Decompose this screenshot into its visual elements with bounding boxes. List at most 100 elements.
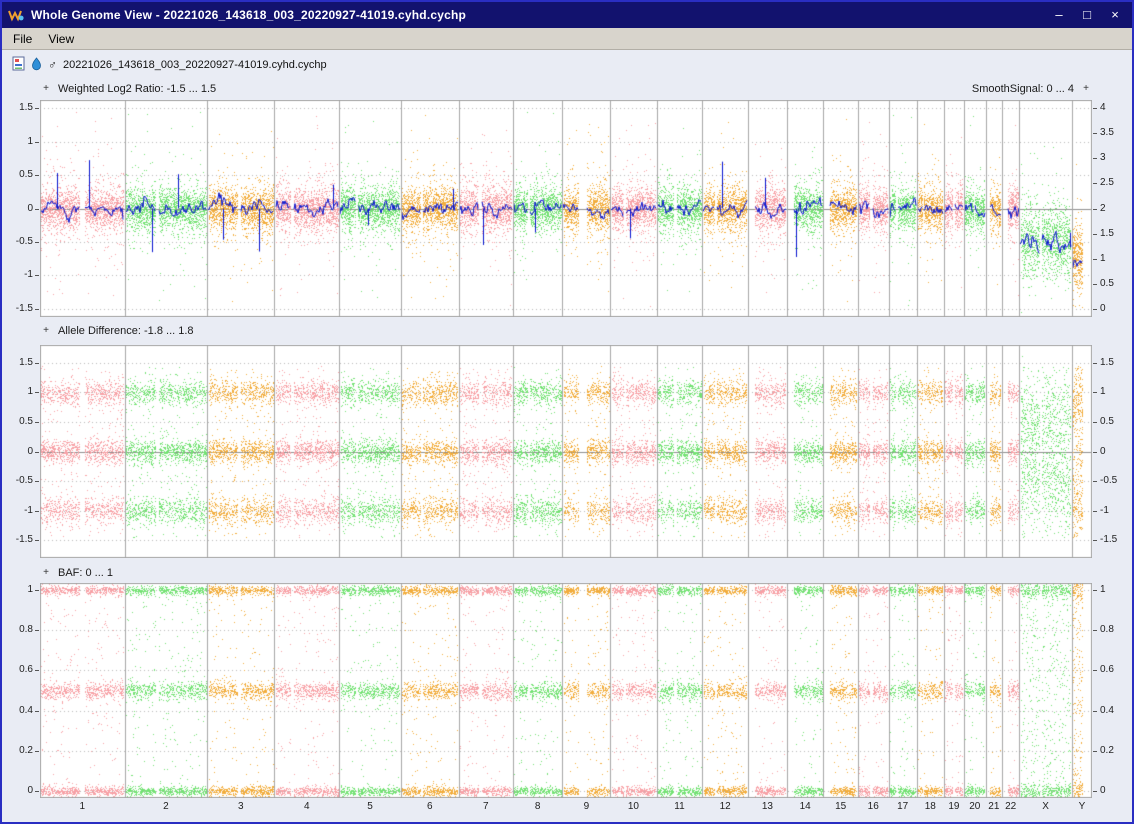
- chromosome-label: Y: [1079, 801, 1086, 812]
- chromosome-label: 15: [835, 801, 846, 812]
- chromosome-label: 11: [674, 801, 684, 812]
- axis-tick-label: 3: [1100, 153, 1134, 163]
- axis-tick-mark: [35, 481, 39, 482]
- axis-tick-label: 0.6: [3, 665, 33, 675]
- chromosome-label: 10: [628, 801, 639, 812]
- axis-tick-mark: [35, 630, 39, 631]
- axis-tick-label: 2.5: [1100, 178, 1134, 188]
- chromosome-label: 8: [535, 801, 541, 812]
- axis-tick-mark: [1093, 711, 1097, 712]
- axis-tick-label: 0: [3, 447, 33, 457]
- axis-tick-label: 0: [3, 204, 33, 214]
- axis-tick-mark: [1093, 133, 1097, 134]
- axis-tick-mark: [35, 175, 39, 176]
- axis-tick-mark: [1093, 481, 1097, 482]
- axis-tick-mark: [1093, 791, 1097, 792]
- window-controls: – □ ×: [1050, 2, 1124, 28]
- axis-tick-mark: [1093, 158, 1097, 159]
- chromosome-label: 6: [427, 801, 433, 812]
- axis-tick-label: 1.5: [1100, 229, 1134, 239]
- document-icon[interactable]: [12, 56, 25, 74]
- axis-tick-mark: [1093, 422, 1097, 423]
- axis-tick-label: 1.5: [3, 358, 33, 368]
- chromosome-label: 17: [897, 801, 908, 812]
- axis-tick-mark: [35, 242, 39, 243]
- expand-allele-difference-button[interactable]: +: [42, 325, 50, 336]
- axis-tick-mark: [1093, 183, 1097, 184]
- track-title-baf: BAF: 0 ... 1: [58, 567, 113, 579]
- axis-tick-label: -1: [1100, 506, 1134, 516]
- axis-tick-mark: [1093, 284, 1097, 285]
- axis-tick-label: 0.5: [3, 170, 33, 180]
- axis-tick-mark: [1093, 108, 1097, 109]
- axis-tick-label: -0.5: [1100, 476, 1134, 486]
- axis-tick-label: 0: [3, 786, 33, 796]
- axis-tick-mark: [1093, 751, 1097, 752]
- allele-difference-plot[interactable]: [40, 345, 1092, 558]
- axis-tick-label: 2: [1100, 204, 1134, 214]
- axis-tick-label: 0: [1100, 786, 1134, 796]
- chromosome-label: 13: [762, 801, 773, 812]
- axis-tick-label: -1.5: [1100, 535, 1134, 545]
- sample-filename: 20221026_143618_003_20220927-41019.cyhd.…: [63, 59, 327, 71]
- axis-tick-mark: [35, 751, 39, 752]
- axis-tick-mark: [35, 142, 39, 143]
- expand-smoothsignal-button[interactable]: +: [1082, 83, 1090, 94]
- axis-tick-label: -1.5: [3, 304, 33, 314]
- axis-tick-mark: [35, 452, 39, 453]
- chromosome-label: 19: [948, 801, 959, 812]
- axis-tick-label: -0.5: [3, 237, 33, 247]
- chromosome-label: 21: [988, 801, 999, 812]
- axis-tick-label: 0.4: [1100, 706, 1134, 716]
- axis-tick-mark: [1093, 540, 1097, 541]
- track-header-baf: + BAF: 0 ... 1: [40, 565, 1092, 580]
- axis-tick-mark: [35, 590, 39, 591]
- axis-tick-mark: [35, 309, 39, 310]
- male-symbol: ♂: [48, 58, 57, 72]
- track-title-log2: Weighted Log2 Ratio: -1.5 ... 1.5: [58, 83, 216, 95]
- chromosome-label: 12: [720, 801, 731, 812]
- track-header-allele-difference: + Allele Difference: -1.8 ... 1.8: [40, 323, 1092, 338]
- titlebar[interactable]: Whole Genome View - 20221026_143618_003_…: [2, 2, 1132, 28]
- axis-tick-mark: [1093, 392, 1097, 393]
- weighted-log2-ratio-plot[interactable]: [40, 100, 1092, 317]
- axis-tick-mark: [35, 422, 39, 423]
- axis-tick-mark: [35, 209, 39, 210]
- axis-tick-mark: [1093, 670, 1097, 671]
- maximize-button[interactable]: □: [1078, 2, 1096, 28]
- sample-row: ♂ 20221026_143618_003_20220927-41019.cyh…: [12, 56, 327, 74]
- minimize-button[interactable]: –: [1050, 2, 1068, 28]
- axis-tick-label: 1.5: [1100, 358, 1134, 368]
- app-icon: [8, 8, 24, 22]
- axis-tick-mark: [1093, 234, 1097, 235]
- axis-tick-label: 0.4: [3, 706, 33, 716]
- chromosome-label: 14: [800, 801, 811, 812]
- axis-tick-mark: [35, 275, 39, 276]
- axis-tick-label: 1: [1100, 387, 1134, 397]
- axis-tick-mark: [1093, 363, 1097, 364]
- axis-tick-label: 0.5: [1100, 279, 1134, 289]
- chromosome-label: 18: [925, 801, 936, 812]
- menu-file[interactable]: File: [5, 29, 40, 49]
- axis-tick-label: 0: [1100, 447, 1134, 457]
- sample-pin-icon[interactable]: [31, 57, 42, 74]
- chromosome-label: 3: [238, 801, 244, 812]
- chromosome-label: 9: [584, 801, 590, 812]
- axis-tick-label: -1.5: [3, 535, 33, 545]
- expand-log2-button[interactable]: +: [42, 83, 50, 94]
- axis-tick-label: 1: [1100, 254, 1134, 264]
- axis-tick-label: -1: [3, 506, 33, 516]
- axis-tick-label: 1: [3, 585, 33, 595]
- axis-tick-label: 0.2: [3, 746, 33, 756]
- axis-tick-label: -1: [3, 270, 33, 280]
- expand-baf-button[interactable]: +: [42, 567, 50, 578]
- chromosome-label: 2: [163, 801, 169, 812]
- chromosome-label: 20: [969, 801, 980, 812]
- menu-view[interactable]: View: [40, 29, 82, 49]
- baf-plot[interactable]: [40, 583, 1092, 798]
- axis-tick-label: 1: [3, 137, 33, 147]
- chromosome-label: 5: [367, 801, 373, 812]
- axis-tick-label: -0.5: [3, 476, 33, 486]
- axis-tick-mark: [1093, 309, 1097, 310]
- close-button[interactable]: ×: [1106, 2, 1124, 28]
